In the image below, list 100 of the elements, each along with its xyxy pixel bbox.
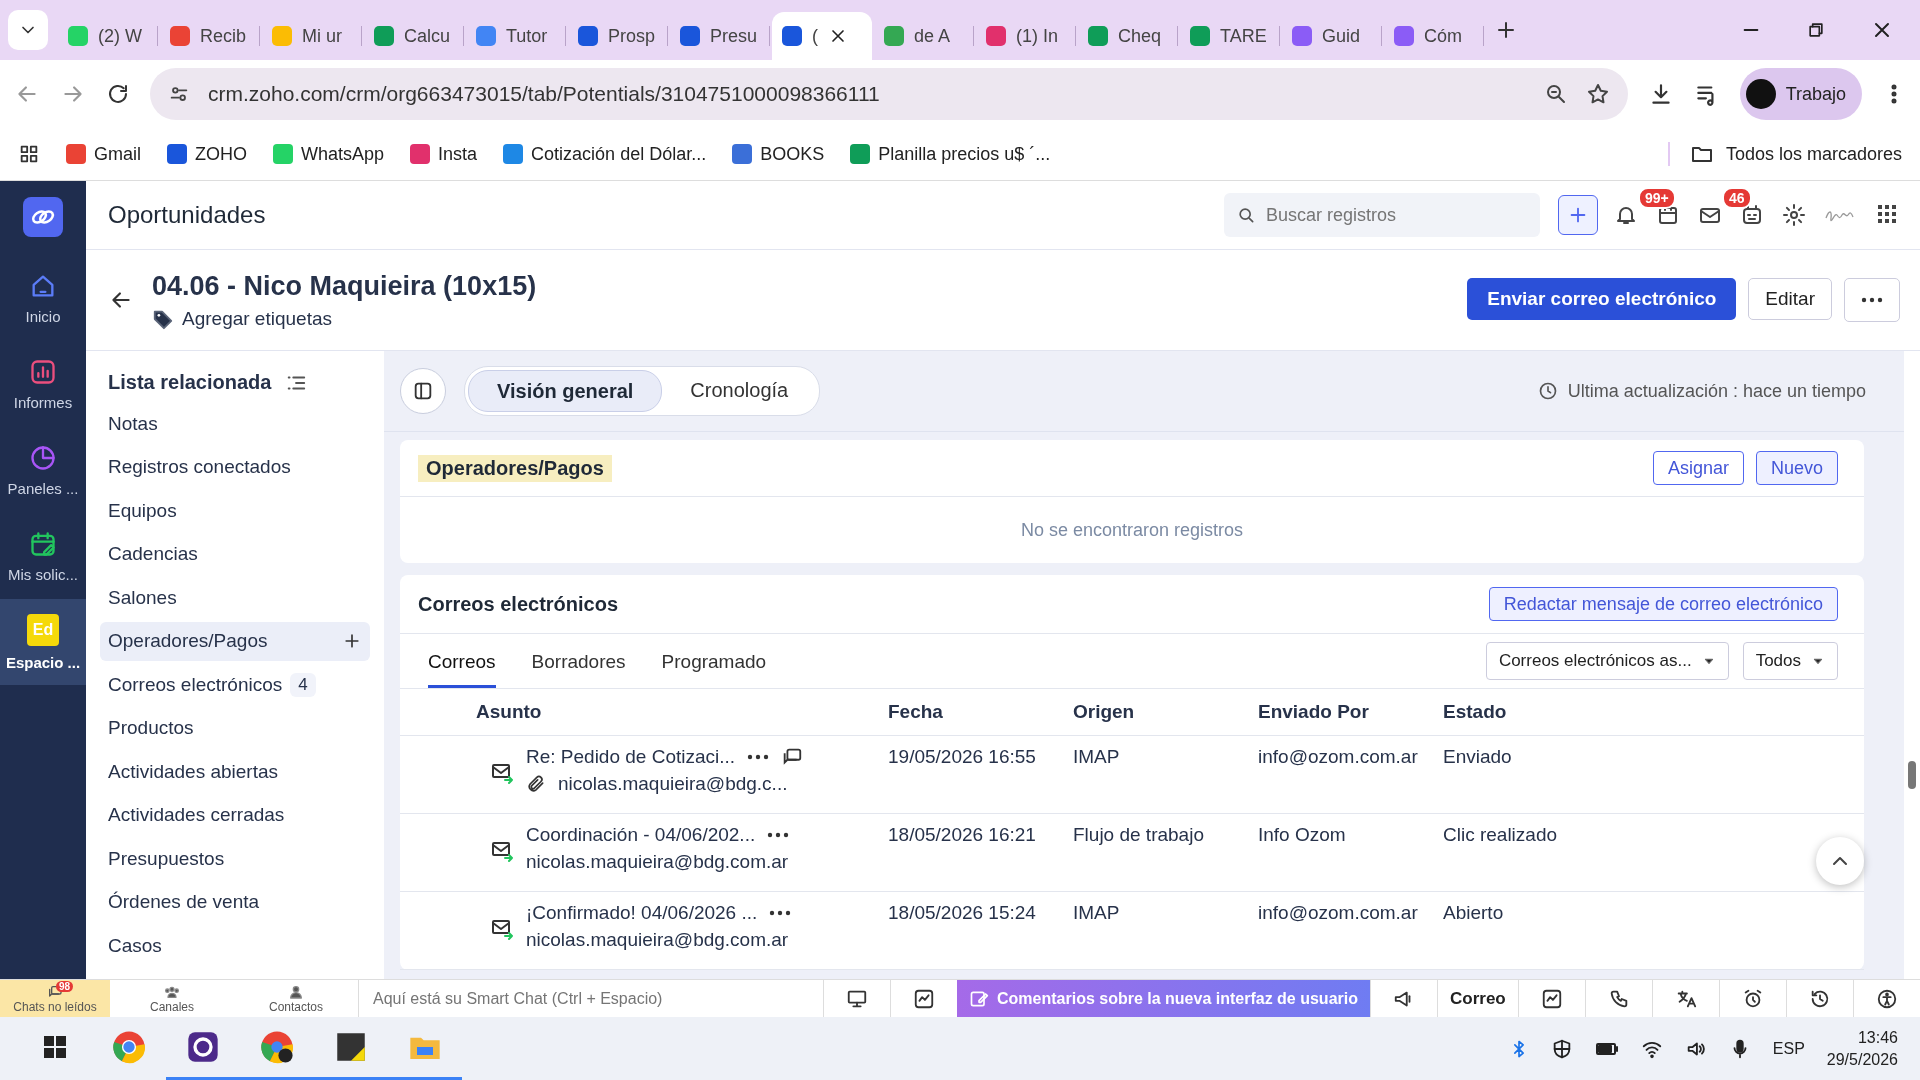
browser-tab[interactable]: (1) In (976, 12, 1076, 60)
windows-icon (43, 1035, 67, 1059)
settings-icon[interactable] (1782, 203, 1806, 227)
activity-icon[interactable] (1540, 987, 1563, 1010)
bookmark[interactable]: WhatsApp (273, 143, 385, 165)
bookmark[interactable]: Cotización del Dólar... (503, 143, 707, 165)
feedback-button[interactable]: Comentarios sobre la nueva interfaz de usuario (957, 980, 1370, 1017)
related-list-item[interactable]: Equipos (100, 491, 370, 530)
language-indicator[interactable]: ESP (1772, 1039, 1805, 1058)
bookmark[interactable]: ZOHO (167, 143, 247, 165)
nav-item[interactable]: Informes (0, 341, 86, 427)
app-logo-icon[interactable] (23, 197, 63, 237)
page-title: Oportunidades (108, 201, 266, 229)
related-list-item[interactable]: Presupuestos (100, 839, 370, 878)
more-icon[interactable] (1861, 297, 1883, 303)
bookmark[interactable]: Insta (410, 143, 478, 165)
scrollbar-thumb[interactable] (1908, 761, 1916, 789)
profile-button[interactable]: Trabajo (1739, 68, 1862, 120)
contacts-button[interactable]: Contactos (234, 980, 358, 1017)
bookmark[interactable]: BOOKS (732, 143, 825, 165)
reload-icon[interactable] (106, 82, 130, 106)
table-cell: info@ozom.com.ar (1258, 902, 1418, 923)
edit-button[interactable]: Editar (1748, 278, 1832, 320)
search-input[interactable]: Buscar registros (1264, 203, 1528, 227)
related-list-item[interactable]: Actividades cerradas (100, 795, 370, 835)
more-icon[interactable] (747, 754, 770, 760)
related-list-item[interactable]: Órdenes de venta (100, 882, 370, 922)
create-button[interactable] (1558, 195, 1598, 235)
browser-tab[interactable]: Mi ur (262, 12, 362, 60)
add-tags-link[interactable]: Agregar etiquetas (152, 307, 537, 330)
related-list-item[interactable]: Actividades abiertas (100, 752, 370, 791)
nav-item[interactable]: Inicio (0, 255, 86, 341)
column-header[interactable]: Enviado Por (1258, 701, 1369, 722)
column-header[interactable]: Asunto (476, 701, 542, 722)
bookmark[interactable]: Gmail (66, 143, 141, 165)
related-list-item[interactable]: Correos electrónicos 4 (100, 665, 370, 704)
assign-button[interactable]: Asignar (1652, 451, 1744, 485)
browser-tab[interactable]: Cóm (1384, 12, 1484, 60)
browser-tab[interactable]: Recib (160, 12, 260, 60)
accessibility-icon[interactable] (1875, 987, 1898, 1010)
email-subject[interactable]: ¡Confirmado! 04/06/2026 ... (526, 902, 758, 924)
related-list-item[interactable]: Notas (100, 404, 370, 443)
tab-title: Cóm (1424, 25, 1462, 47)
unread-chats-button[interactable]: Chats no leídos 98 (0, 980, 110, 1017)
browser-tab[interactable]: (2) W (58, 12, 158, 60)
related-list-item[interactable]: Operadores/Pagos (100, 621, 370, 661)
search-icon (1236, 205, 1256, 225)
bot-icon[interactable] (1740, 203, 1764, 227)
email-subject[interactable]: Re: Pedido de Cotizaci... (526, 746, 736, 768)
email-tab[interactable]: Borradores (531, 651, 626, 688)
record-title: 04.06 - Nico Maquieira (10x15) (152, 270, 537, 302)
bookmark[interactable]: Planilla precios u$ ´... (850, 143, 1051, 165)
email-recipient: nicolas.maquieira@bdg.com.ar (526, 928, 789, 952)
tab-title: (1) In (1016, 25, 1058, 47)
email-subject[interactable]: Coordinación - 04/06/202... (526, 824, 756, 846)
column-header[interactable]: Fecha (888, 701, 943, 722)
clock[interactable]: 13:46 29/5/2026 (1826, 1028, 1898, 1069)
browser-tab[interactable]: Presu (670, 12, 770, 60)
nav-item[interactable]: Paneles ... (0, 427, 86, 513)
related-list-item[interactable]: Casos (100, 926, 370, 965)
all-bookmarks-button[interactable]: Todos los marcadores (1667, 142, 1902, 166)
restore-icon[interactable] (1806, 20, 1826, 40)
more-icon[interactable] (767, 832, 790, 838)
bookmark-star-icon[interactable] (1585, 82, 1610, 106)
more-icon[interactable] (769, 910, 792, 916)
browser-tab[interactable]: Cheq (1078, 12, 1178, 60)
email-recipient: nicolas.maquieira@bdg.c... (558, 772, 788, 796)
related-list-item[interactable]: Productos (100, 708, 370, 748)
related-list-item[interactable]: Salones (100, 578, 370, 617)
address-bar[interactable]: crm.zoho.com/crm/org663473015/tab/Potentials/3104751000098366111 (150, 68, 1628, 120)
view-tab[interactable]: Visión general (468, 370, 663, 412)
send-email-button[interactable]: Enviar correo electrónico (1467, 278, 1737, 320)
channels-button[interactable]: Canales (110, 980, 234, 1017)
column-header[interactable]: Estado (1443, 701, 1507, 722)
related-list-item[interactable]: Cadencias (100, 534, 370, 574)
nav-item[interactable]: Ed Espacio ... (0, 599, 86, 685)
browser-tab[interactable]: Tutor (466, 12, 566, 60)
browser-tab[interactable]: TARE (1180, 12, 1280, 60)
related-list-title: Lista relacionada (108, 371, 272, 394)
filter-dropdown[interactable]: Todos (1742, 642, 1838, 680)
browser-tab[interactable]: de A (874, 12, 974, 60)
email-tab[interactable]: Programado (661, 651, 767, 688)
column-header[interactable]: Origen (1073, 701, 1135, 722)
browser-tab[interactable]: Guid (1282, 12, 1382, 60)
view-tab[interactable]: Cronología (662, 370, 817, 410)
compose-email-button[interactable]: Redactar mensaje de correo electrónico (1488, 587, 1838, 621)
filter-dropdown[interactable]: Correos electrónicos as... (1485, 642, 1729, 680)
browser-tab[interactable]: Calcu (364, 12, 464, 60)
browser-icon (112, 1030, 146, 1064)
related-list-item[interactable]: Registros conectados (100, 447, 370, 487)
apps-icon[interactable] (18, 143, 40, 165)
nav-item[interactable]: Mis solic... (0, 513, 86, 599)
tab-title: ( (812, 25, 818, 47)
search-field[interactable]: Buscar registros (1224, 193, 1540, 237)
browser-tab[interactable]: Prosp (568, 12, 668, 60)
email-tab[interactable]: Correos (428, 651, 496, 688)
tab-title: Prosp (608, 25, 656, 47)
browser-tab[interactable]: ( (772, 12, 872, 60)
panel-toggle-button[interactable] (400, 368, 446, 414)
new-button[interactable]: Nuevo (1755, 451, 1838, 485)
